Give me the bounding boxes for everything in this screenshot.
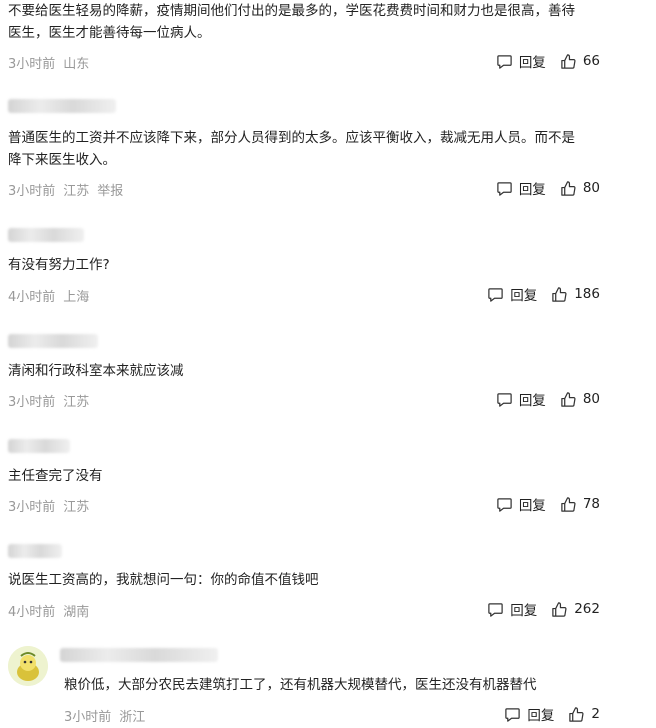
- like-button[interactable]: 2: [568, 706, 600, 723]
- comment-actions: 回复 80: [482, 178, 600, 198]
- reply-button[interactable]: 回复: [487, 284, 537, 304]
- comment-actions: 回复 2: [490, 704, 600, 724]
- comment-time: 3小时前: [64, 710, 112, 725]
- thumbs-up-icon: [561, 391, 576, 407]
- thumbs-up-icon: [552, 601, 567, 617]
- username[interactable]: [8, 228, 84, 242]
- report-link[interactable]: 举报: [97, 184, 123, 199]
- username[interactable]: [8, 544, 62, 558]
- comment-time: 3小时前: [8, 184, 56, 199]
- comment-meta: 3小时前 山东: [8, 53, 97, 72]
- like-button[interactable]: 80: [560, 180, 600, 197]
- reply-button[interactable]: 回复: [504, 704, 554, 724]
- like-button[interactable]: 78: [560, 496, 600, 513]
- reply-button[interactable]: 回复: [496, 494, 546, 514]
- speech-bubble-icon: [497, 54, 512, 69]
- comment-text-line: 医生，医生才能善待每一位病人。: [8, 25, 211, 41]
- reply-label: 回复: [518, 498, 546, 514]
- like-count: 80: [582, 180, 600, 196]
- username[interactable]: [8, 334, 98, 348]
- avatar-illustration-icon: [8, 646, 48, 686]
- comment-location: 江苏: [63, 500, 90, 515]
- comment-meta: 3小时前 江苏 举报: [8, 180, 131, 199]
- comment-text-line: 粮价低，大部分农民去建筑打工了，还有机器大规模替代，医生还没有机器替代: [64, 677, 537, 693]
- reply-label: 回复: [518, 182, 546, 198]
- speech-bubble-icon: [497, 392, 512, 407]
- like-count: 80: [582, 391, 600, 407]
- comment-text-line: 普通医生的工资并不应该降下来，部分人员得到的太多。应该平衡收入，裁减无用人员。而…: [8, 130, 575, 146]
- speech-bubble-icon: [488, 602, 503, 617]
- like-button[interactable]: 186: [551, 286, 600, 303]
- reply-label: 回复: [518, 393, 546, 409]
- username[interactable]: [8, 439, 70, 453]
- reply-label: 回复: [518, 55, 546, 71]
- speech-bubble-icon: [505, 707, 521, 722]
- reply-button[interactable]: 回复: [487, 599, 537, 619]
- username[interactable]: [60, 648, 218, 662]
- comment-text-line: 主任查完了没有: [8, 468, 103, 484]
- like-button[interactable]: 80: [560, 391, 600, 408]
- comment-actions: 回复 186: [473, 284, 600, 304]
- comment-meta: 3小时前 江苏: [8, 496, 97, 515]
- comment-time: 4小时前: [8, 290, 56, 305]
- thumbs-up-icon: [561, 496, 576, 512]
- comment-location: 上海: [63, 290, 90, 305]
- comment-text-line: 降下来医生收入。: [8, 152, 116, 168]
- comment-location: 江苏: [63, 184, 90, 199]
- comment-actions: 回复 78: [482, 494, 600, 514]
- comment-actions: 回复 66: [482, 51, 600, 71]
- like-count: 66: [582, 53, 600, 69]
- like-button[interactable]: 262: [551, 601, 600, 618]
- reply-label: 回复: [527, 708, 555, 724]
- comment-time: 3小时前: [8, 395, 56, 410]
- comment-meta: 4小时前 上海: [8, 286, 97, 305]
- thumbs-up-icon: [569, 706, 584, 722]
- comment-text-line: 说医生工资高的，我就想问一句：你的命值不值钱吧: [8, 572, 319, 588]
- username[interactable]: [8, 99, 116, 113]
- reply-label: 回复: [510, 603, 538, 619]
- like-count: 78: [582, 496, 600, 512]
- like-count: 2: [591, 706, 600, 722]
- comment-actions: 回复 80: [482, 389, 600, 409]
- comment-meta: 3小时前 浙江: [64, 706, 153, 725]
- speech-bubble-icon: [497, 181, 512, 196]
- comment-text-line: 不要给医生轻易的降薪，疫情期间他们付出的是最多的，学医花费费时间和财力也是很高，…: [8, 3, 575, 19]
- like-count: 186: [574, 286, 600, 302]
- comment-location: 浙江: [119, 710, 146, 725]
- thumbs-up-icon: [552, 286, 567, 302]
- avatar[interactable]: [8, 646, 48, 686]
- thumbs-up-icon: [561, 53, 576, 69]
- comment-location: 江苏: [63, 395, 90, 410]
- speech-bubble-icon: [488, 287, 503, 302]
- comment-time: 4小时前: [8, 605, 56, 620]
- reply-button[interactable]: 回复: [496, 51, 546, 71]
- speech-bubble-icon: [497, 497, 512, 512]
- comment-location: 湖南: [63, 605, 90, 620]
- reply-label: 回复: [510, 288, 538, 304]
- like-button[interactable]: 66: [560, 53, 600, 70]
- reply-button[interactable]: 回复: [496, 389, 546, 409]
- comment-time: 3小时前: [8, 57, 56, 72]
- comment-meta: 4小时前 湖南: [8, 601, 97, 620]
- like-count: 262: [574, 601, 600, 617]
- comment-actions: 回复 262: [473, 599, 600, 619]
- reply-button[interactable]: 回复: [496, 178, 546, 198]
- comment-meta: 3小时前 江苏: [8, 391, 97, 410]
- comment-text-line: 有没有努力工作?: [8, 257, 110, 273]
- comment-time: 3小时前: [8, 500, 56, 515]
- thumbs-up-icon: [561, 180, 576, 196]
- comment-text-line: 清闲和行政科室本来就应该减: [8, 363, 184, 379]
- comment-location: 山东: [63, 57, 90, 72]
